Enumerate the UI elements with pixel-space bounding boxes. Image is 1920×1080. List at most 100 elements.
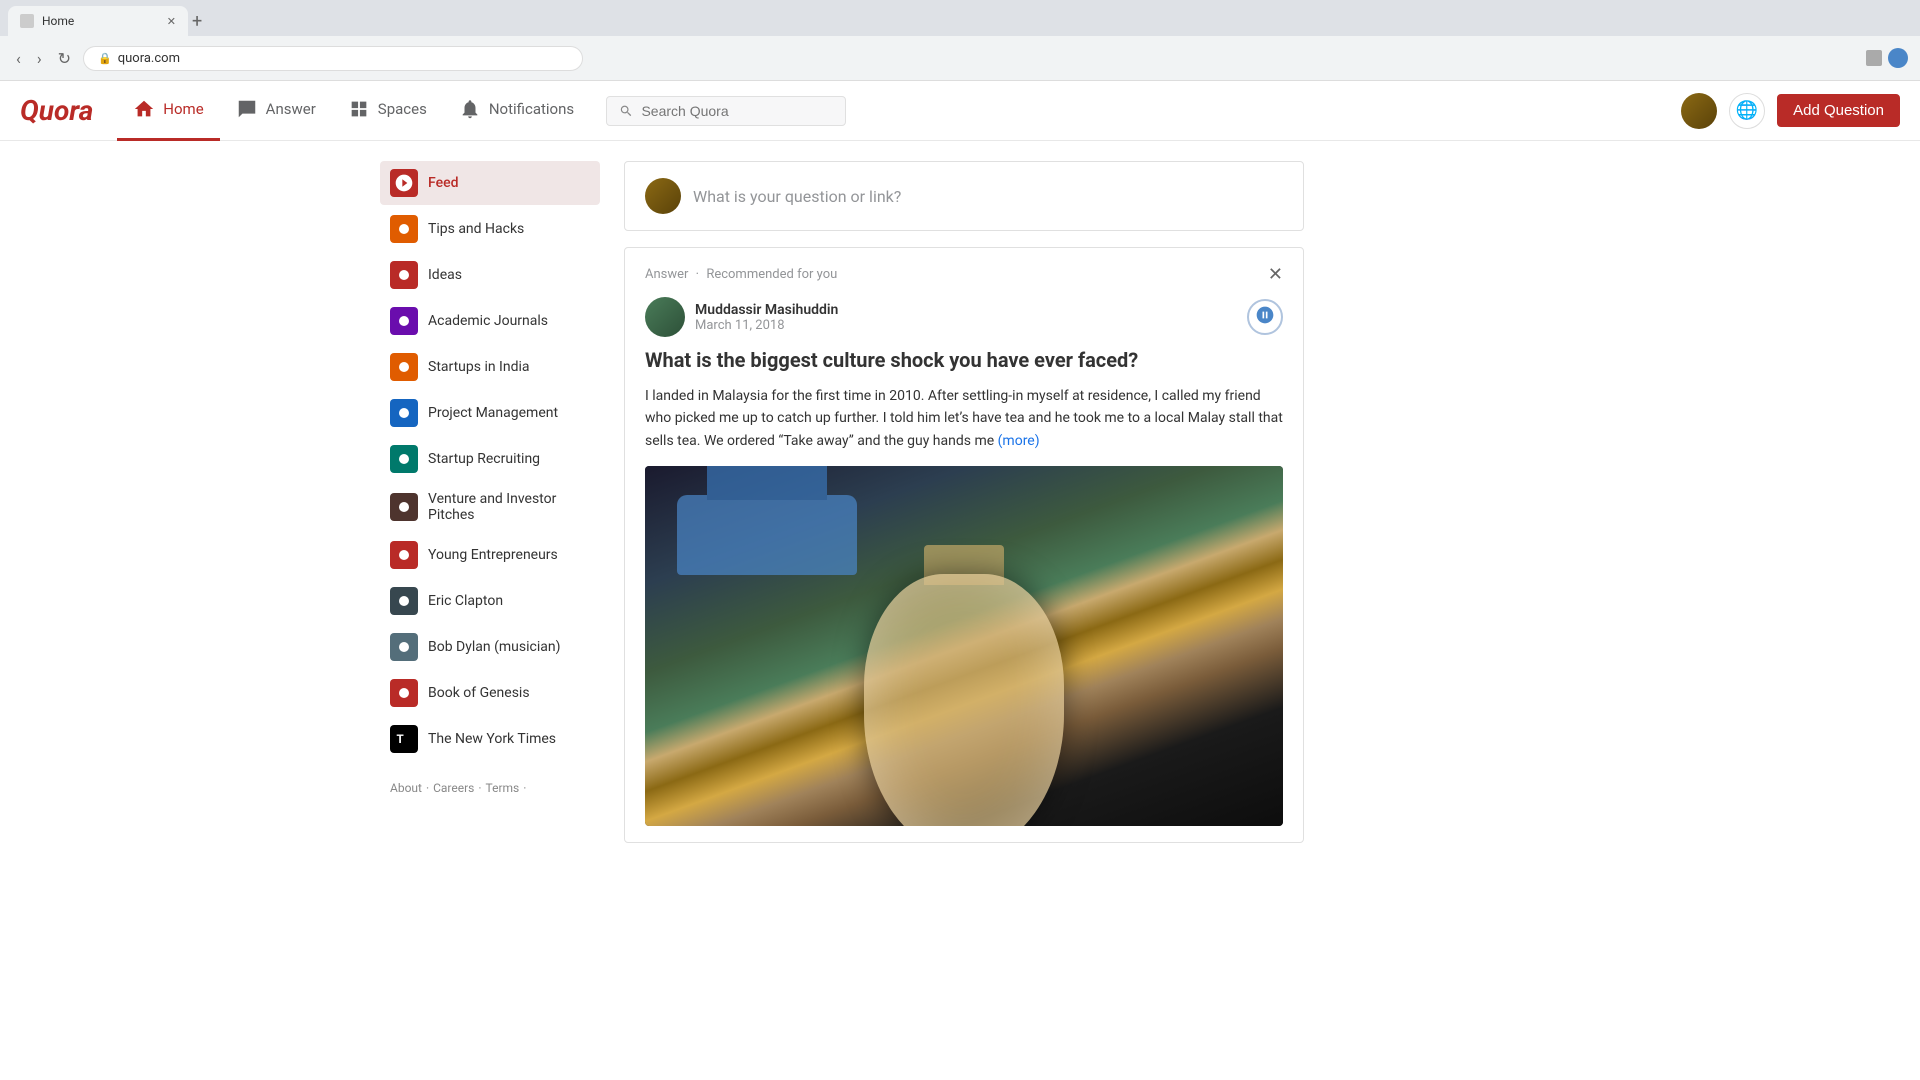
question-title[interactable]: What is the biggest culture shock you ha… [645,347,1283,373]
sidebar-item-venture-investor-label: Venture and Investor Pitches [428,491,590,523]
feed-card: Answer · Recommended for you ✕ Muddassir… [624,247,1304,843]
tab-favicon [20,14,34,28]
extensions-icon[interactable] [1866,50,1882,66]
sidebar-item-feed[interactable]: Feed [380,161,600,205]
add-question-button[interactable]: Add Question [1777,94,1900,127]
browser-tab[interactable]: Home ✕ [8,6,188,36]
tab-bar: Home ✕ + [0,0,1920,36]
sidebar-item-book-genesis[interactable]: Book of Genesis [380,671,600,715]
feed-icon [390,169,418,197]
terms-link[interactable]: Terms [486,781,520,795]
feed-card-header: Answer · Recommended for you ✕ [645,264,1283,285]
venture-investor-icon [390,493,418,521]
author-avatar [645,297,685,337]
search-input[interactable] [641,103,833,119]
ask-placeholder: What is your question or link? [693,187,901,206]
recommended-label: Recommended for you [706,267,837,282]
main-feed: What is your question or link? Answer · … [624,161,1304,859]
project-management-icon [390,399,418,427]
young-entrepreneurs-icon [390,541,418,569]
sidebar-item-project-management-label: Project Management [428,405,558,421]
eric-clapton-icon [390,587,418,615]
academic-journals-icon [390,307,418,335]
ask-avatar [645,178,681,214]
tips-hacks-icon [390,215,418,243]
ask-box[interactable]: What is your question or link? [624,161,1304,231]
search-bar[interactable] [606,96,846,126]
nav-answer[interactable]: Answer [220,81,332,141]
author-info: Muddassir Masihuddin March 11, 2018 [695,302,838,333]
sidebar-item-venture-investor[interactable]: Venture and Investor Pitches [380,483,600,531]
quora-app: Quora Home Answer Spaces [0,81,1920,859]
sidebar-item-ideas[interactable]: Ideas [380,253,600,297]
language-button[interactable]: 🌐 [1729,93,1765,129]
user-avatar[interactable] [1681,93,1717,129]
browser-chrome: Home ✕ + ‹ › ↻ 🔒 quora.com [0,0,1920,81]
quora-logo[interactable]: Quora [20,94,93,127]
answer-image-inner [645,466,1283,826]
car-shape [677,495,857,575]
toolbar-right [1866,48,1908,68]
profile-icon[interactable] [1888,48,1908,68]
sidebar-item-bob-dylan[interactable]: Bob Dylan (musician) [380,625,600,669]
ideas-icon [390,261,418,289]
nav-notifications-label: Notifications [489,100,574,118]
sidebar-item-startup-recruiting[interactable]: Startup Recruiting [380,437,600,481]
address-bar[interactable]: 🔒 quora.com [83,46,583,71]
sidebar-item-startups-india[interactable]: Startups in India [380,345,600,389]
close-button[interactable]: ✕ [1268,264,1283,285]
lock-icon: 🔒 [98,52,112,65]
answer-preview: I landed in Malaysia for the first time … [645,385,1283,452]
sidebar-item-academic-journals-label: Academic Journals [428,313,548,329]
header-right: 🌐 Add Question [1681,93,1900,129]
answer-badge[interactable] [1247,299,1283,335]
refresh-button[interactable]: ↻ [54,45,75,72]
sidebar-item-academic-journals[interactable]: Academic Journals [380,299,600,343]
svg-text:T: T [397,732,404,746]
quora-nav: Home Answer Spaces Notific [117,81,590,141]
answer-image [645,466,1283,826]
nav-answer-label: Answer [266,100,316,118]
back-button[interactable]: ‹ [12,45,25,72]
sidebar-item-feed-label: Feed [428,175,458,191]
spaces-icon [348,98,370,120]
sidebar-item-book-genesis-label: Book of Genesis [428,685,530,701]
bag-shape [864,574,1064,826]
about-link[interactable]: About [390,781,422,795]
startups-india-icon [390,353,418,381]
url-text: quora.com [118,51,180,66]
more-link[interactable]: (more) [998,433,1040,449]
nav-home-label: Home [163,100,203,118]
careers-link[interactable]: Careers [433,781,474,795]
answer-text: I landed in Malaysia for the first time … [645,388,1283,449]
nav-spaces[interactable]: Spaces [332,81,443,141]
nav-home[interactable]: Home [117,81,219,141]
home-icon [133,98,155,120]
nav-notifications[interactable]: Notifications [443,81,590,141]
sidebar-item-young-entrepreneurs[interactable]: Young Entrepreneurs [380,533,600,577]
forward-button[interactable]: › [33,45,46,72]
nyt-icon: T [390,725,418,753]
answer-label: Answer [645,267,688,282]
sidebar-item-bob-dylan-label: Bob Dylan (musician) [428,639,560,655]
feed-card-author: Muddassir Masihuddin March 11, 2018 [645,297,1283,337]
sidebar-footer: About · Careers · Terms · [380,781,600,795]
sidebar-item-tips-hacks[interactable]: Tips and Hacks [380,207,600,251]
sidebar-item-nyt-label: The New York Times [428,731,556,747]
author-name[interactable]: Muddassir Masihuddin [695,302,838,318]
bob-dylan-icon [390,633,418,661]
new-tab-button[interactable]: + [192,11,202,32]
feed-card-meta: Answer · Recommended for you [645,267,837,282]
sidebar-item-eric-clapton[interactable]: Eric Clapton [380,579,600,623]
sidebar: Feed Tips and Hacks Ideas Academic Journ… [380,161,600,859]
sidebar-item-project-management[interactable]: Project Management [380,391,600,435]
book-genesis-icon [390,679,418,707]
bell-icon [459,98,481,120]
answer-badge-icon [1255,305,1275,329]
sidebar-item-nyt[interactable]: T The New York Times [380,717,600,761]
sidebar-item-eric-clapton-label: Eric Clapton [428,593,503,609]
app-body: Feed Tips and Hacks Ideas Academic Journ… [360,141,1560,859]
quora-header: Quora Home Answer Spaces [0,81,1920,141]
startup-recruiting-icon [390,445,418,473]
tab-close-button[interactable]: ✕ [167,15,176,28]
